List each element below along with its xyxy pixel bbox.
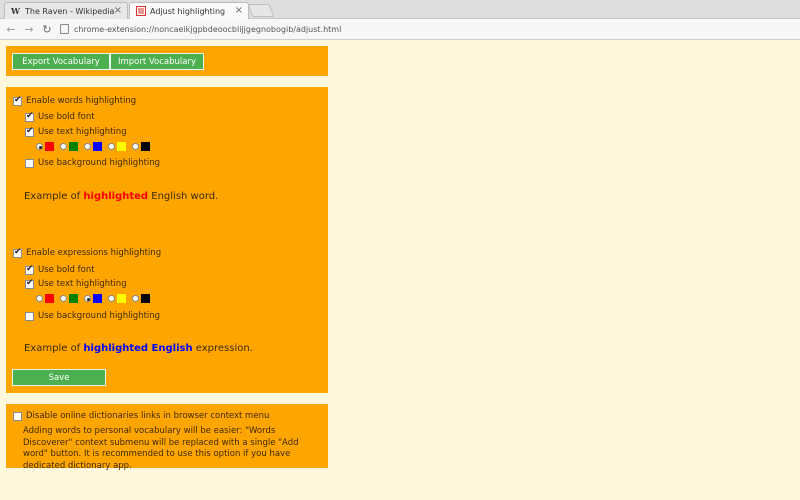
disable-dictionaries-label: Disable online dictionaries links in bro… (26, 411, 270, 421)
tab-title: The Raven - Wikipedia (25, 6, 115, 16)
expressions-text-highlight-row: Use text highlighting (25, 278, 127, 289)
expressions-color-radio[interactable] (36, 295, 43, 302)
expressions-example: Example of highlighted English expressio… (24, 343, 253, 354)
words-color-swatch (69, 142, 78, 151)
expressions-example-suffix: expression. (192, 343, 253, 354)
dictionaries-description: Adding words to personal vocabulary will… (23, 426, 299, 471)
expressions-color-radio[interactable] (132, 295, 139, 302)
save-button[interactable]: Save (12, 369, 106, 386)
close-tab-icon[interactable]: × (235, 5, 243, 16)
words-background-row: Use background highlighting (25, 158, 160, 168)
expressions-background-label: Use background highlighting (38, 311, 161, 321)
expressions-color-swatch (93, 294, 102, 303)
back-arrow-icon[interactable]: ← (4, 22, 18, 36)
words-example-highlight: highlighted (83, 191, 149, 202)
expressions-bold-label: Use bold font (38, 265, 95, 275)
words-color-radio[interactable] (84, 143, 91, 150)
expressions-background-checkbox[interactable] (25, 311, 34, 321)
enable-words-label: Enable words highlighting (26, 96, 137, 106)
expressions-text-highlight-label: Use text highlighting (38, 279, 127, 289)
page-icon (60, 24, 69, 34)
expressions-color-swatch (117, 294, 126, 303)
expressions-example-prefix: Example of (24, 343, 84, 354)
words-example: Example of highlighted English word. (24, 191, 218, 202)
expressions-background-row: Use background highlighting (25, 311, 160, 321)
words-color-radio[interactable] (132, 143, 139, 150)
address-bar[interactable]: chrome-extension://noncaeikjgpbdeoocblij… (60, 22, 790, 36)
url-text[interactable]: chrome-extension://noncaeikjgpbdeoocblij… (74, 25, 341, 34)
expressions-color-swatch (69, 294, 78, 303)
expressions-color-picker (36, 294, 156, 303)
expressions-bold-checkbox[interactable] (25, 264, 34, 275)
words-bold-row: Use bold font (25, 111, 95, 122)
dictionaries-panel: Disable online dictionaries links in bro… (6, 404, 328, 471)
enable-expressions-checkbox[interactable] (13, 247, 22, 258)
words-background-checkbox[interactable] (25, 158, 34, 168)
disable-dictionaries-checkbox[interactable] (13, 411, 22, 421)
export-vocabulary-button[interactable]: Export Vocabulary (12, 53, 110, 70)
forward-arrow-icon[interactable]: → (22, 22, 36, 36)
vocabulary-panel: Export Vocabulary Import Vocabulary (6, 46, 328, 76)
enable-expressions-row: Enable expressions highlighting (13, 247, 162, 258)
words-example-prefix: Example of (24, 191, 84, 202)
tab-adjust-highlighting[interactable]: Adjust highlighting × (129, 2, 249, 19)
expressions-color-radio[interactable] (108, 295, 115, 302)
expressions-color-swatch (45, 294, 54, 303)
words-color-swatch (117, 142, 126, 151)
words-example-suffix: English word. (148, 191, 219, 202)
words-bold-label: Use bold font (38, 112, 95, 122)
enable-words-checkbox[interactable] (13, 95, 22, 106)
words-background-label: Use background highlighting (38, 158, 161, 168)
words-color-swatch (141, 142, 150, 151)
browser-toolbar: ← → ↻ chrome-extension://noncaeikjgpbdeo… (0, 19, 800, 40)
close-tab-icon[interactable]: × (114, 5, 122, 16)
expressions-color-radio[interactable] (84, 295, 91, 302)
wikipedia-favicon-icon: W (11, 6, 20, 16)
expressions-color-swatch (141, 294, 150, 303)
extension-page-icon (135, 6, 146, 17)
words-color-picker (36, 142, 156, 151)
words-color-radio[interactable] (108, 143, 115, 150)
browser-tab-bar: W The Raven - Wikipedia × Adjust highlig… (0, 0, 800, 19)
expressions-bold-row: Use bold font (25, 264, 95, 275)
words-color-swatch (93, 142, 102, 151)
enable-words-row: Enable words highlighting (13, 95, 137, 106)
words-color-radio[interactable] (60, 143, 67, 150)
words-bold-checkbox[interactable] (25, 111, 34, 122)
disable-dictionaries-row: Disable online dictionaries links in bro… (13, 411, 269, 421)
tab-title: Adjust highlighting (150, 6, 226, 16)
tab-wikipedia[interactable]: W The Raven - Wikipedia × (4, 2, 128, 19)
enable-expressions-label: Enable expressions highlighting (26, 248, 162, 258)
expressions-color-radio[interactable] (60, 295, 67, 302)
expressions-text-highlight-checkbox[interactable] (25, 278, 34, 289)
import-vocabulary-button[interactable]: Import Vocabulary (110, 53, 204, 70)
words-text-highlight-row: Use text highlighting (25, 126, 127, 137)
words-color-radio[interactable] (36, 143, 43, 150)
reload-icon[interactable]: ↻ (40, 22, 54, 36)
highlighting-settings-panel: Enable words highlighting Use bold font … (6, 87, 328, 393)
expressions-example-highlight: highlighted English (83, 343, 193, 354)
words-color-swatch (45, 142, 54, 151)
new-tab-button[interactable] (247, 4, 275, 17)
words-text-highlight-label: Use text highlighting (38, 127, 127, 137)
words-text-highlight-checkbox[interactable] (25, 126, 34, 137)
